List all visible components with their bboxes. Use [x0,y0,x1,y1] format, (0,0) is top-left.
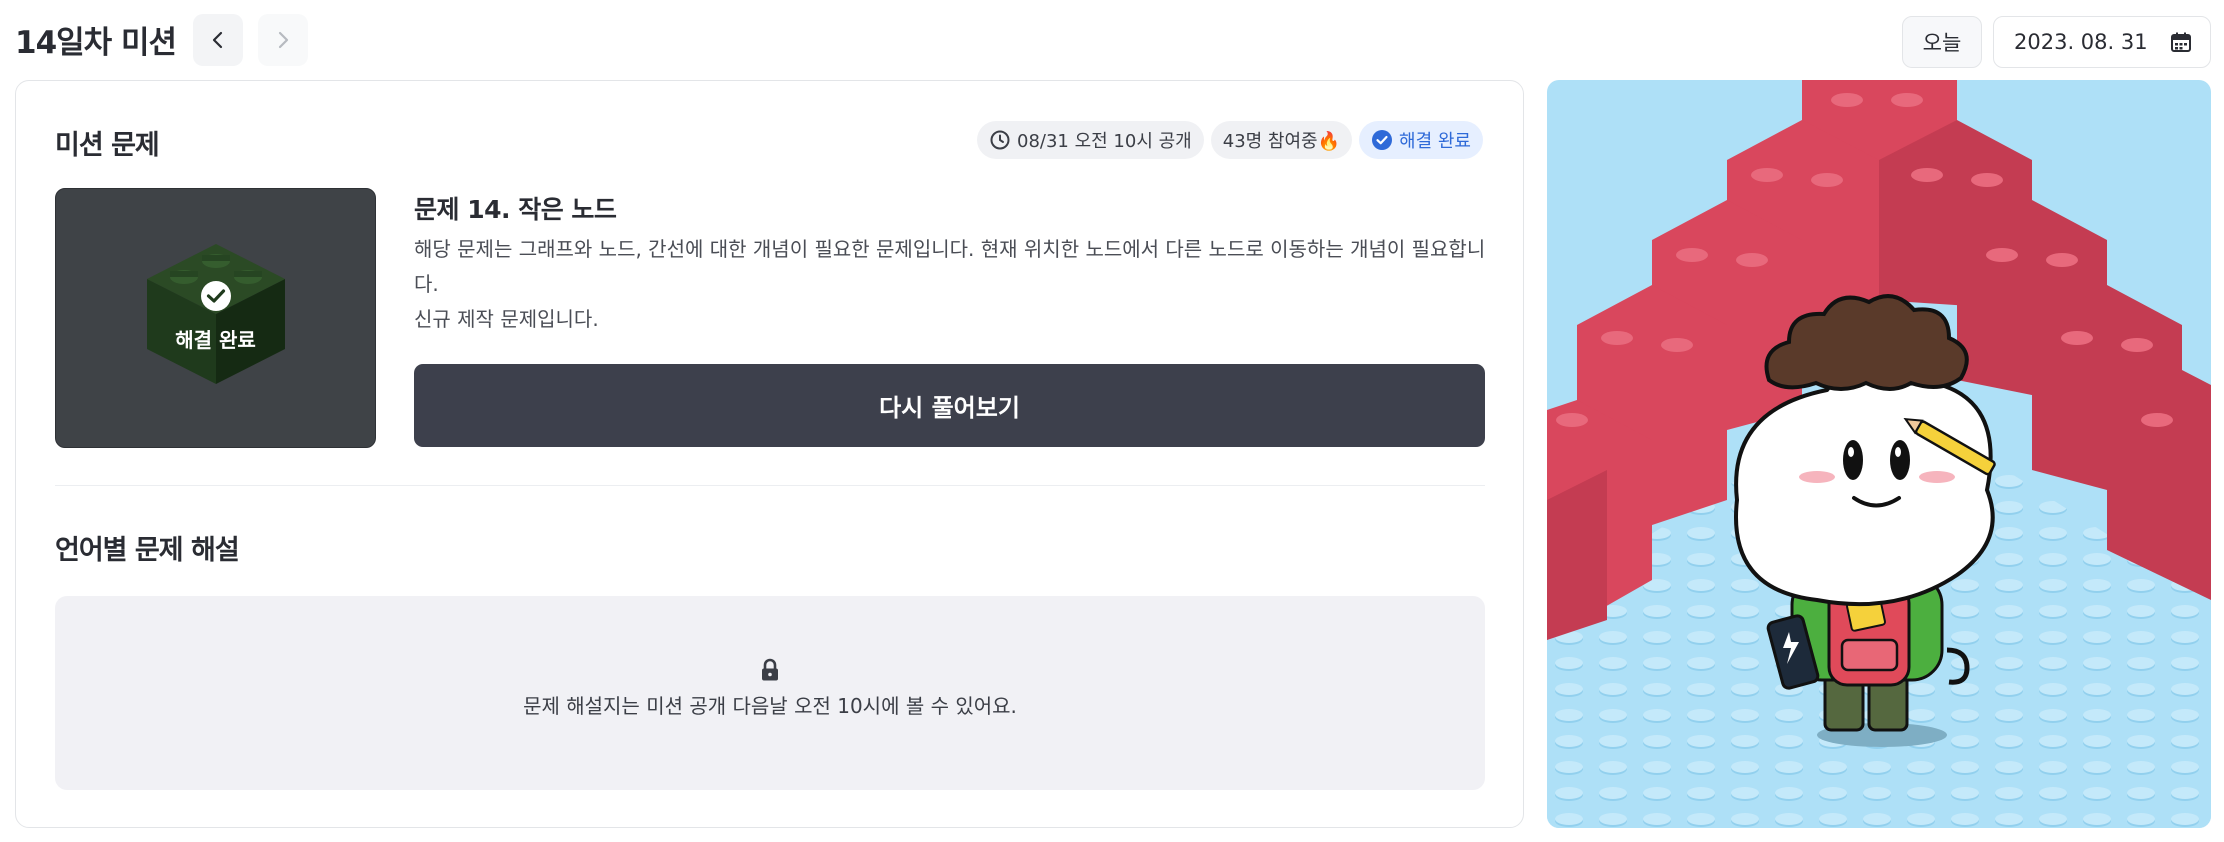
check-circle-icon [1372,130,1393,150]
page-title: 14일차 미션 [15,25,177,61]
mission-thumbnail: 해결 완료 [55,188,376,448]
page-header: 14일차 미션 오늘 2023. 08. 31 [0,0,2224,80]
prev-day-button[interactable] [193,14,243,66]
next-day-button[interactable] [258,14,308,66]
today-button[interactable]: 오늘 [1902,16,1982,68]
mascot-illustration [1547,80,2211,828]
status-text: 해결 완료 [1399,131,1471,152]
section-divider [55,485,1485,486]
problem-title: 문제 14. 작은 노드 [414,195,617,224]
mission-card: 미션 문제 08/31 오전 10시 공개 43명 참여중🔥 해결 완료 해결 … [15,80,1524,828]
date-picker[interactable]: 2023. 08. 31 [1993,16,2211,68]
mission-section-title: 미션 문제 [55,130,160,161]
release-time-badge: 08/31 오전 10시 공개 [977,121,1204,159]
locked-message: 문제 해설지는 미션 공개 다음날 오전 10시에 볼 수 있어요. [523,694,1017,718]
problem-description-line: 신규 제작 문제입니다. [414,307,599,331]
solution-section-title: 언어별 문제 해설 [55,535,240,566]
clock-icon [990,130,1010,150]
date-value: 2023. 08. 31 [2014,30,2148,54]
lego-brick-icon [147,244,285,384]
status-badge: 해결 완료 [1359,121,1483,159]
thumbnail-status-label: 해결 완료 [175,328,256,352]
chevron-left-icon [212,31,223,49]
problem-description: 해당 문제는 그래프와 노드, 간선에 대한 개념이 필요한 문제입니다. 현재… [414,232,1504,337]
mission-badges: 08/31 오전 10시 공개 43명 참여중🔥 해결 완료 [977,121,1483,159]
participants-text: 43명 참여중🔥 [1222,131,1341,152]
mascot-lego-scene-image [1547,80,2211,828]
lock-icon [762,658,778,681]
locked-solution-panel: 문제 해설지는 미션 공개 다음날 오전 10시에 볼 수 있어요. [55,596,1485,790]
problem-description-line: 해당 문제는 그래프와 노드, 간선에 대한 개념이 필요한 문제입니다. 현재… [414,237,1486,296]
retry-button[interactable]: 다시 풀어보기 [414,364,1485,447]
calendar-icon [2171,32,2191,52]
release-time-text: 08/31 오전 10시 공개 [1017,131,1192,152]
participants-badge: 43명 참여중🔥 [1210,121,1353,159]
chevron-right-icon [278,31,289,49]
